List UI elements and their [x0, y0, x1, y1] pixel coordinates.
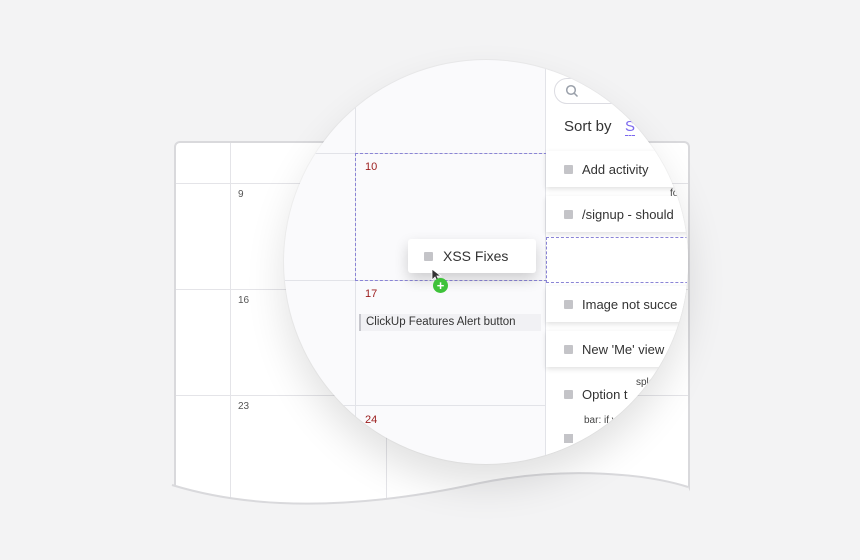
dragged-task-title: XSS Fixes: [443, 248, 509, 264]
grid-divider: [284, 405, 546, 406]
status-square-icon: [564, 165, 573, 174]
task-title: Add activity: [582, 162, 649, 177]
task-title: Option t: [582, 387, 628, 402]
task-item[interactable]: /signup - should: [546, 196, 688, 232]
add-icon: +: [433, 278, 448, 293]
search-icon: [565, 84, 579, 98]
task-title: New 'Me' view: [582, 342, 665, 357]
event-title: ClickUp Features Alert button: [366, 316, 516, 328]
drop-placeholder[interactable]: [546, 237, 688, 283]
day-number: 9: [238, 189, 244, 200]
task-item[interactable]: Option t: [546, 376, 688, 412]
date-label: 17: [365, 288, 378, 300]
status-square-icon: [564, 210, 573, 219]
day-number: 23: [238, 401, 250, 412]
date-label: 24: [365, 414, 378, 426]
status-square-icon: [564, 390, 573, 399]
day-number: 16: [238, 295, 250, 306]
task-title: /signup - should: [582, 207, 674, 222]
task-title: Image not succe: [582, 297, 678, 312]
wavy-edge: [150, 472, 710, 535]
status-square-icon: [564, 434, 573, 443]
task-item[interactable]: Add activity: [546, 151, 688, 187]
task-item[interactable]: Image not succe: [546, 286, 688, 322]
status-square-icon: [564, 345, 573, 354]
calendar-event[interactable]: ClickUp Features Alert button: [359, 314, 541, 331]
task-subtext: bar: if you enter a: [584, 415, 662, 426]
search-input[interactable]: [554, 78, 688, 104]
grid-divider: [230, 143, 231, 503]
date-label: 10: [365, 161, 378, 173]
status-square-icon: [424, 252, 433, 261]
dragged-task-card[interactable]: XSS Fixes: [408, 239, 536, 273]
magnifier-lens: 10 17 24 ClickUp Features Alert button S…: [284, 60, 688, 464]
calendar-screen: 9 16 23 10 17 24 ClickUp Features Alert …: [0, 0, 860, 560]
status-square-icon: [564, 300, 573, 309]
task-mention-text: Task mention to anot: [574, 451, 676, 463]
status-square-icon: [554, 452, 561, 459]
task-item[interactable]: New 'Me' view: [546, 331, 688, 367]
sort-label: Sort by: [564, 118, 612, 135]
sort-dropdown[interactable]: S: [625, 118, 636, 136]
